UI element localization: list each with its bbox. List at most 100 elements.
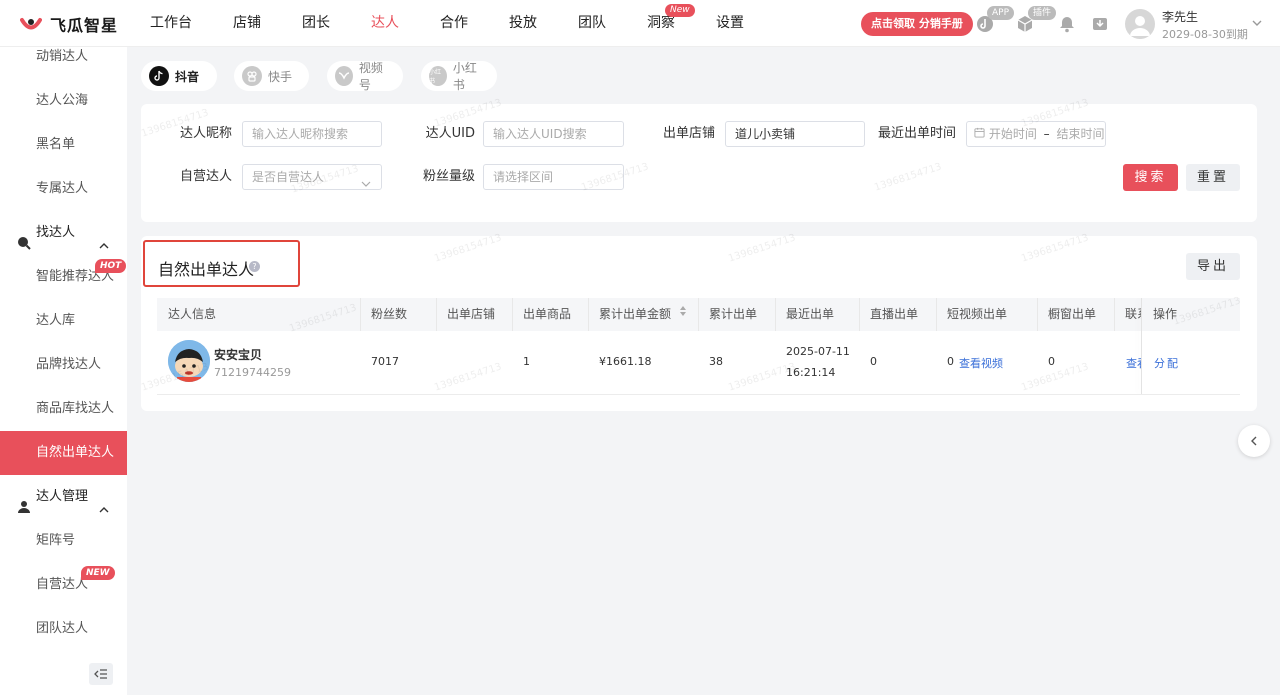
chevron-up-icon (98, 491, 110, 513)
column-divider (436, 298, 437, 331)
cell-video-orders: 0 (947, 355, 954, 368)
chevron-up-icon (98, 227, 110, 249)
fans-label: 粉丝量级 (422, 169, 475, 184)
user-avatar[interactable] (1125, 9, 1155, 39)
uid-input[interactable]: 输入达人UID搜索 (483, 121, 624, 147)
nav-item-influencer[interactable]: 达人 (371, 0, 399, 47)
chevron-down-icon[interactable] (1251, 17, 1263, 29)
contact-view-link[interactable]: 查看 (1126, 355, 1141, 371)
last-order-time-label: 最近出单时间 (877, 126, 956, 141)
bell-icon[interactable] (1058, 15, 1076, 33)
channels-icon (335, 66, 353, 86)
th-contact: 联系 (1125, 307, 1141, 321)
nav-item-settings[interactable]: 设置 (716, 0, 744, 47)
view-video-link[interactable]: 查看视频 (959, 355, 1003, 371)
douyin-icon (149, 66, 169, 86)
column-divider (1114, 298, 1115, 331)
th-fans: 粉丝数 (371, 307, 408, 321)
sidebar-item-brand-find[interactable]: 品牌找达人 (0, 343, 127, 387)
assign-link[interactable]: 分配 (1154, 355, 1180, 371)
main-nav: 工作台 店铺 团长 达人 合作 投放 团队 洞察 New 设置 (150, 0, 785, 47)
influencer-avatar[interactable] (168, 340, 210, 382)
download-icon[interactable] (1091, 15, 1109, 33)
logo-mark-icon (20, 13, 42, 35)
tab-label: 视频号 (358, 61, 383, 92)
chevron-left-icon (1251, 436, 1257, 446)
reset-button[interactable]: 重置 (1186, 164, 1240, 191)
uid-label: 达人UID (425, 126, 475, 141)
column-divider (936, 298, 937, 331)
th-actions: 操作 (1153, 307, 1178, 321)
sidebar-item-blacklist[interactable]: 黑名单 (0, 123, 127, 167)
tab-kuaishou[interactable]: 快手 (234, 61, 309, 91)
nav-label: 团队 (578, 15, 606, 31)
sidebar-group-find[interactable]: 找达人 (0, 211, 127, 255)
cell-products: 1 (523, 355, 530, 368)
hot-badge: HOT (95, 259, 127, 273)
nav-label: 工作台 (150, 15, 192, 31)
nickname-input[interactable]: 输入达人昵称搜索 (242, 121, 382, 147)
nickname-label: 达人昵称 (179, 126, 232, 141)
nav-item-ads[interactable]: 投放 (509, 0, 537, 47)
nav-item-insight[interactable]: 洞察 New (647, 0, 695, 47)
nav-label: 洞察 (647, 15, 675, 31)
tab-douyin[interactable]: 抖音 (141, 61, 217, 91)
sidebar-group-label: 达人管理 (36, 489, 89, 504)
date-end-placeholder[interactable]: 结束时间 (1057, 127, 1105, 141)
fans-range-select[interactable]: 请选择区间 (483, 164, 624, 190)
sidebar-item-library[interactable]: 达人库 (0, 299, 127, 343)
sidebar-group-manage[interactable]: 达人管理 (0, 475, 127, 519)
cell-live-orders: 0 (870, 355, 877, 368)
new-badge: NEW (81, 566, 115, 580)
nav-item-team[interactable]: 团队 (578, 0, 606, 47)
nav-item-shop[interactable]: 店铺 (233, 0, 261, 47)
tab-label: 抖音 (175, 69, 200, 84)
influencer-name[interactable]: 安安宝贝 (214, 346, 262, 363)
sidebar-item-team[interactable]: 团队达人 (0, 607, 127, 651)
logo[interactable]: 飞瓜智星 (20, 12, 118, 36)
search-button[interactable]: 搜索 (1123, 164, 1178, 191)
expand-panel-button[interactable] (1238, 425, 1270, 457)
influencer-uid: 71219744259 (214, 366, 291, 379)
top-navbar: 飞瓜智星 工作台 店铺 团长 达人 合作 投放 团队 洞察 New 设置 点击领取… (0, 0, 1280, 47)
collapse-sidebar-button[interactable] (89, 663, 113, 685)
th-influencer-info: 达人信息 (168, 307, 217, 321)
sidebar-item-natural-orders[interactable]: 自然出单达人 (0, 431, 127, 475)
sidebar-item-matrix[interactable]: 矩阵号 (0, 519, 127, 563)
tab-xiaohongshu[interactable]: 小红书 小红书 (421, 61, 497, 92)
th-live-orders: 直播出单 (870, 307, 919, 321)
sidebar-item-exclusive[interactable]: 专属达人 (0, 167, 127, 211)
nav-item-leader[interactable]: 团长 (302, 0, 330, 47)
search-people-icon (17, 225, 31, 250)
select-placeholder: 是否自营达人 (252, 170, 325, 184)
sidebar-item-moving[interactable]: 动销达人 (0, 35, 127, 79)
sidebar-item-public-pool[interactable]: 达人公海 (0, 79, 127, 123)
user-expiry: 2029-08-30到期 (1162, 28, 1248, 41)
tab-channels[interactable]: 视频号 (327, 61, 403, 92)
th-window-orders: 橱窗出单 (1048, 307, 1097, 321)
tab-label: 小红书 (452, 61, 477, 92)
calendar-icon (974, 122, 985, 146)
column-divider (512, 298, 513, 331)
xiaohongshu-icon: 小红书 (429, 66, 447, 86)
date-range-picker[interactable]: 开始时间 – 结束时间 (966, 121, 1106, 147)
help-icon[interactable]: ? (249, 261, 260, 272)
cell-orders: 38 (709, 355, 723, 368)
sidebar-item-product-find[interactable]: 商品库找达人 (0, 387, 127, 431)
th-amount[interactable]: 累计出单金额 (599, 298, 687, 331)
self-operated-select[interactable]: 是否自营达人 (242, 164, 382, 190)
chevron-down-icon (361, 173, 371, 187)
user-name[interactable]: 李先生 (1162, 8, 1198, 25)
sort-icon[interactable] (679, 297, 687, 330)
column-divider (588, 298, 589, 331)
promo-button[interactable]: 点击领取 分销手册 (861, 12, 973, 36)
date-start-placeholder[interactable]: 开始时间 (989, 127, 1037, 141)
person-icon (17, 489, 31, 513)
export-button[interactable]: 导出 (1186, 253, 1240, 280)
nav-item-workbench[interactable]: 工作台 (150, 0, 192, 47)
logo-text: 飞瓜智星 (50, 16, 119, 35)
kuaishou-icon (242, 66, 262, 86)
shop-input[interactable]: 道儿小卖铺 (725, 121, 865, 147)
nav-item-cooperation[interactable]: 合作 (440, 0, 468, 47)
cell-window-orders: 0 (1048, 355, 1055, 368)
